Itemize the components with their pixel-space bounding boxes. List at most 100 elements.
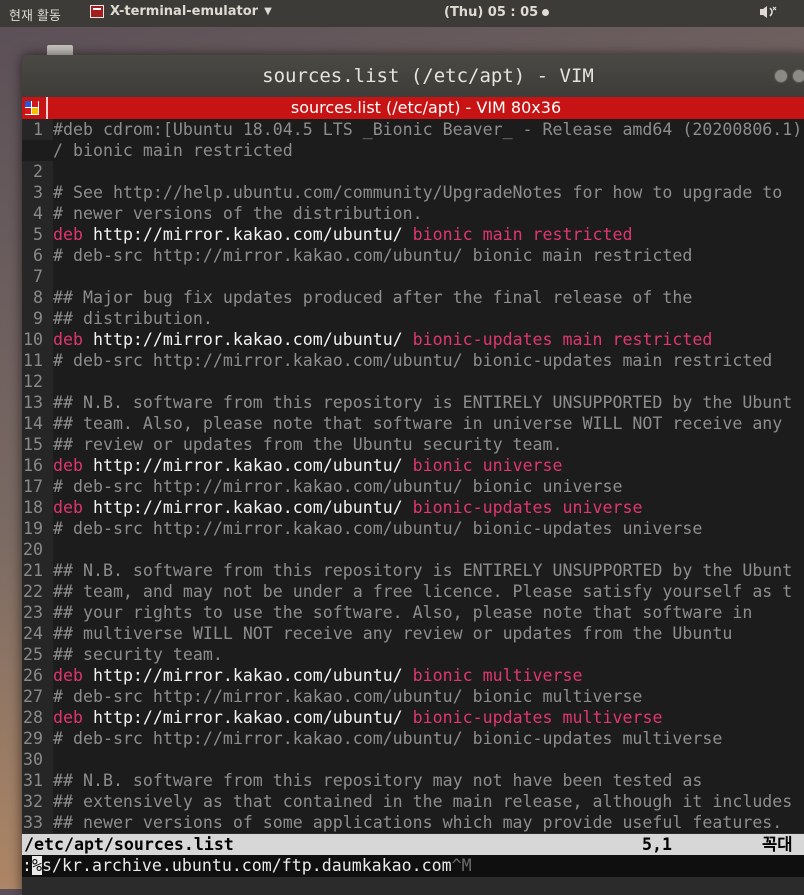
line-number: 15: [22, 434, 53, 455]
line-number: 17: [22, 476, 53, 497]
line-number: 10: [22, 329, 53, 350]
line-number: 31: [22, 770, 53, 791]
vim-command-line[interactable]: :%s/kr.archive.ubuntu.com/ftp.daumkakao.…: [22, 855, 804, 877]
line-number: 18: [22, 497, 53, 518]
code-token-url: http://mirror.kakao.com/ubuntu/: [82, 498, 413, 517]
editor-line[interactable]: 29 # deb-src http://mirror.kakao.com/ubun…: [22, 728, 804, 749]
vim-editor[interactable]: 1 #deb cdrom:[Ubuntu 18.04.5 LTS _Bionic …: [22, 119, 804, 833]
code-token-kw: deb: [53, 225, 83, 244]
line-number: 12: [22, 371, 53, 392]
line-number: 8: [22, 287, 53, 308]
editor-line[interactable]: 24 ## multiverse WILL NOT receive any rev…: [22, 623, 804, 644]
code-token-comment: # deb-src http://mirror.kakao.com/ubuntu…: [53, 519, 703, 538]
window-titlebar[interactable]: sources.list (/etc/apt) - VIM: [22, 55, 804, 97]
code-token-comment: ## multiverse WILL NOT receive any revie…: [53, 624, 733, 643]
editor-line[interactable]: 13 ## N.B. software from this repository …: [22, 392, 804, 413]
code-token-url: http://mirror.kakao.com/ubuntu/: [82, 330, 413, 349]
line-number: 25: [22, 644, 53, 665]
code-token-dist: bionic multiverse: [412, 666, 583, 685]
line-number: 19: [22, 518, 53, 539]
editor-line[interactable]: 6 # deb-src http://mirror.kakao.com/ubunt…: [22, 245, 804, 266]
editor-line[interactable]: 33 ## newer versions of some applications…: [22, 812, 804, 833]
editor-line[interactable]: 10 deb http://mirror.kakao.com/ubuntu/ bi…: [22, 329, 804, 350]
notification-dot-icon: [542, 9, 550, 16]
editor-line[interactable]: 7: [22, 266, 804, 287]
editor-line[interactable]: 26 deb http://mirror.kakao.com/ubuntu/ bi…: [22, 665, 804, 686]
clock[interactable]: (Thu) 05 : 05: [444, 5, 550, 20]
editor-line[interactable]: 19 # deb-src http://mirror.kakao.com/ubun…: [22, 518, 804, 539]
editor-line[interactable]: 18 deb http://mirror.kakao.com/ubuntu/ bi…: [22, 497, 804, 518]
editor-line[interactable]: 25 ## security team.: [22, 644, 804, 665]
status-scroll-indicator: 꼭대: [762, 835, 793, 854]
vim-title-bar: sources.list (/etc/apt) - VIM 80x36: [22, 97, 804, 119]
code-token-url: http://mirror.kakao.com/ubuntu/: [82, 666, 413, 685]
code-token-dist: bionic-updates universe: [412, 498, 643, 517]
editor-line[interactable]: 28 deb http://mirror.kakao.com/ubuntu/ bi…: [22, 707, 804, 728]
editor-line[interactable]: 11 # deb-src http://mirror.kakao.com/ubun…: [22, 350, 804, 371]
editor-line[interactable]: 21 ## N.B. software from this repository …: [22, 560, 804, 581]
line-number: 13: [22, 392, 53, 413]
line-number: 4: [22, 203, 53, 224]
code-token-kw: deb: [53, 330, 83, 349]
line-number: 33: [22, 812, 53, 833]
code-token-comment: ## N.B. software from this repository ma…: [53, 771, 703, 790]
code-token-url: http://mirror.kakao.com/ubuntu/: [82, 456, 413, 475]
code-token-kw: deb: [53, 498, 83, 517]
text-cursor: %: [32, 856, 42, 875]
editor-line[interactable]: 22 ## team, and may not be under a free l…: [22, 581, 804, 602]
code-token-comment: / bionic main restricted: [53, 141, 293, 160]
editor-line[interactable]: / bionic main restricted: [22, 140, 804, 161]
editor-line[interactable]: 8 ## Major bug fix updates produced after…: [22, 287, 804, 308]
app-menu[interactable]: X-terminal-emulator ▼: [90, 4, 272, 19]
code-token-comment: ## N.B. software from this repository is…: [53, 393, 793, 412]
editor-line[interactable]: 12: [22, 371, 804, 392]
code-token-kw: deb: [53, 666, 83, 685]
editor-line[interactable]: 32 ## extensively as that contained in th…: [22, 791, 804, 812]
editor-line[interactable]: 4 # newer versions of the distribution.: [22, 203, 804, 224]
line-number: 14: [22, 413, 53, 434]
minimize-button[interactable]: [774, 69, 788, 83]
code-token-comment: # deb-src http://mirror.kakao.com/ubuntu…: [53, 246, 693, 265]
code-token-comment: # deb-src http://mirror.kakao.com/ubuntu…: [53, 729, 723, 748]
code-token-comment: # deb-src http://mirror.kakao.com/ubuntu…: [53, 687, 643, 706]
line-number: 1: [22, 119, 53, 140]
window-title: sources.list (/etc/apt) - VIM: [262, 65, 594, 87]
code-token-comment: ## your rights to use the software. Also…: [53, 603, 753, 622]
line-number: 30: [22, 749, 53, 770]
maximize-button[interactable]: [792, 69, 804, 83]
line-number: 2: [22, 161, 53, 182]
line-number: 5: [22, 224, 53, 245]
editor-line[interactable]: 17 # deb-src http://mirror.kakao.com/ubun…: [22, 476, 804, 497]
line-number: 3: [22, 182, 53, 203]
editor-line[interactable]: 3 # See http://help.ubuntu.com/community/…: [22, 182, 804, 203]
activities-button[interactable]: 현재 활동: [9, 5, 61, 24]
editor-line[interactable]: 9 ## distribution.: [22, 308, 804, 329]
editor-line[interactable]: 30: [22, 749, 804, 770]
line-number: 24: [22, 623, 53, 644]
editor-line[interactable]: 2: [22, 161, 804, 182]
editor-line[interactable]: 23 ## your rights to use the software. Al…: [22, 602, 804, 623]
editor-line[interactable]: 16 deb http://mirror.kakao.com/ubuntu/ bi…: [22, 455, 804, 476]
cmd-control-char: ^M: [451, 856, 472, 875]
cmd-text: s/kr.archive.ubuntu.com/ftp.daumkakao.co…: [42, 856, 452, 875]
code-token-dist: bionic universe: [412, 456, 563, 475]
status-filename: /etc/apt/sources.list: [24, 835, 234, 854]
editor-line[interactable]: 5 deb http://mirror.kakao.com/ubuntu/ bio…: [22, 224, 804, 245]
code-token-comment: ## extensively as that contained in the …: [53, 792, 793, 811]
editor-line[interactable]: 15 ## review or updates from the Ubuntu s…: [22, 434, 804, 455]
editor-line[interactable]: 1 #deb cdrom:[Ubuntu 18.04.5 LTS _Bionic …: [22, 119, 804, 140]
clock-label: (Thu) 05 : 05: [444, 5, 539, 20]
sound-icon[interactable]: [757, 4, 779, 24]
editor-line[interactable]: 31 ## N.B. software from this repository …: [22, 770, 804, 791]
code-token-dist: bionic-updates main restricted: [412, 330, 713, 349]
vim-title: sources.list (/etc/apt) - VIM 80x36: [290, 98, 562, 117]
code-token-kw: deb: [53, 456, 83, 475]
editor-line[interactable]: 20: [22, 539, 804, 560]
line-number: 6: [22, 245, 53, 266]
cmd-prefix: :: [22, 856, 32, 875]
editor-line[interactable]: 27 # deb-src http://mirror.kakao.com/ubun…: [22, 686, 804, 707]
code-token-comment: # newer versions of the distribution.: [53, 204, 423, 223]
line-number: 9: [22, 308, 53, 329]
line-number: 23: [22, 602, 53, 623]
editor-line[interactable]: 14 ## team. Also, please note that softwa…: [22, 413, 804, 434]
